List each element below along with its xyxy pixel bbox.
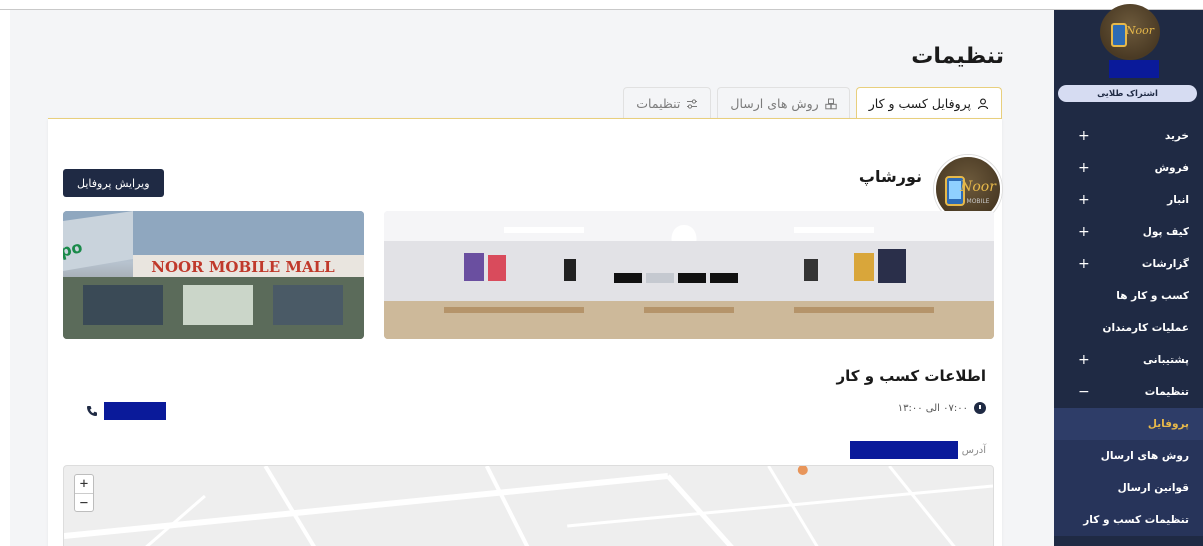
sidebar-subitem-shipping-methods[interactable]: روش های ارسال bbox=[1054, 440, 1203, 472]
sidebar-subitem-label: پروفایل bbox=[1147, 418, 1189, 430]
sidebar-item-purchase[interactable]: خرید + bbox=[1054, 120, 1203, 152]
zoom-out-button[interactable]: − bbox=[75, 493, 93, 511]
sidebar-subitem-business-settings[interactable]: تنظیمات کسب و کار bbox=[1054, 504, 1203, 536]
shop-name: نورشاپ bbox=[858, 167, 922, 186]
banner-image-store-front: oppo NOOR MOBILE MALL bbox=[63, 211, 364, 339]
window-top-border bbox=[0, 0, 1203, 10]
working-hours: ۰۷:۰۰ الی ۱۳:۰۰ bbox=[898, 402, 986, 414]
expand-plus-icon: + bbox=[1078, 352, 1090, 368]
address-label: آدرس bbox=[961, 444, 986, 456]
sidebar-subitem-shipping-rules[interactable]: قوانین ارسال bbox=[1054, 472, 1203, 504]
tab-settings[interactable]: تنظیمات bbox=[623, 87, 712, 119]
location-map[interactable]: + − bbox=[63, 465, 994, 546]
phone-icon bbox=[87, 406, 97, 416]
phone-number bbox=[86, 402, 166, 420]
shop-logo-icon: Noor bbox=[1111, 23, 1155, 47]
sidebar-logo[interactable]: Noor bbox=[1100, 4, 1160, 60]
sidebar-item-support[interactable]: پشتیبانی + bbox=[1054, 344, 1203, 376]
sidebar-item-employee-operations[interactable]: عملیات کارمندان bbox=[1054, 312, 1203, 344]
expand-plus-icon: + bbox=[1078, 256, 1090, 272]
tab-label: روش های ارسال bbox=[730, 96, 819, 111]
boxes-icon bbox=[825, 98, 837, 109]
sidebar-subitem-profile[interactable]: پروفایل bbox=[1054, 408, 1203, 440]
address: آدرس bbox=[849, 441, 986, 459]
map-zoom-control: + − bbox=[74, 474, 94, 512]
tab-label: تنظیمات bbox=[636, 96, 681, 111]
page-title: تنظیمات bbox=[911, 44, 1004, 69]
sidebar-item-label: کیف پول bbox=[1142, 226, 1189, 238]
clock-icon bbox=[974, 402, 986, 414]
user-icon bbox=[977, 98, 989, 109]
svg-text:Noor: Noor bbox=[1125, 24, 1155, 37]
edit-profile-button[interactable]: ویرایش پروفایل bbox=[63, 169, 164, 197]
redacted-phone bbox=[104, 402, 166, 420]
settings-tabs: پروفایل کسب و کار روش های ارسال تنظیمات bbox=[623, 87, 1002, 119]
sidebar-item-settings[interactable]: تنظیمات − bbox=[1054, 376, 1203, 408]
sidebar-item-warehouse[interactable]: انبار + bbox=[1054, 184, 1203, 216]
expand-plus-icon: + bbox=[1078, 192, 1090, 208]
expand-plus-icon: + bbox=[1078, 128, 1090, 144]
sidebar-item-label: پشتیبانی bbox=[1143, 354, 1189, 366]
main-content: تنظیمات پروفایل کسب و کار روش های ارسال … bbox=[10, 10, 1054, 546]
svg-text:MOBILE: MOBILE bbox=[967, 198, 990, 205]
business-info-title: اطلاعات کسب و کار bbox=[836, 367, 986, 385]
profile-card: Noor MOBILE نورشاپ ویرایش پروفایل oppo N… bbox=[48, 118, 1002, 546]
window-left-border bbox=[0, 10, 10, 546]
zoom-in-button[interactable]: + bbox=[75, 475, 93, 493]
sidebar-item-sales[interactable]: فروش + bbox=[1054, 152, 1203, 184]
redacted-user-name bbox=[1109, 60, 1159, 78]
sidebar: Noor اشتراک طلایی خرید + فروش + انبار + کیف… bbox=[1054, 4, 1203, 546]
svg-text:Noor: Noor bbox=[959, 179, 997, 195]
sidebar-subitem-label: تنظیمات کسب و کار bbox=[1083, 514, 1189, 526]
store-sign-text: NOOR MOBILE MALL bbox=[151, 258, 335, 276]
tab-shipping-methods[interactable]: روش های ارسال bbox=[717, 87, 850, 119]
banner-image-store-interior bbox=[384, 211, 994, 339]
sidebar-subitem-label: روش های ارسال bbox=[1100, 450, 1189, 462]
sidebar-item-label: فروش bbox=[1154, 162, 1189, 174]
expand-plus-icon: + bbox=[1078, 160, 1090, 176]
redacted-address bbox=[849, 441, 958, 459]
sidebar-item-reports[interactable]: گزارشات + bbox=[1054, 248, 1203, 280]
sidebar-item-label: تنظیمات bbox=[1144, 386, 1189, 398]
sidebar-item-label: گزارشات bbox=[1141, 258, 1189, 270]
sidebar-item-label: خرید bbox=[1164, 130, 1189, 142]
sidebar-item-businesses[interactable]: کسب و کار ها bbox=[1054, 280, 1203, 312]
sidebar-subitem-label: قوانین ارسال bbox=[1117, 482, 1189, 494]
sidebar-item-label: انبار bbox=[1167, 194, 1189, 206]
sidebar-item-label: عملیات کارمندان bbox=[1102, 322, 1189, 334]
sidebar-item-label: کسب و کار ها bbox=[1116, 290, 1189, 302]
settings-submenu: پروفایل روش های ارسال قوانین ارسال تنظیم… bbox=[1054, 408, 1203, 536]
subscription-badge: اشتراک طلایی bbox=[1058, 85, 1197, 102]
tab-label: پروفایل کسب و کار bbox=[868, 96, 971, 111]
sliders-icon bbox=[687, 98, 698, 109]
collapse-minus-icon: − bbox=[1078, 384, 1090, 400]
tab-business-profile[interactable]: پروفایل کسب و کار bbox=[855, 87, 1002, 119]
working-hours-text: ۰۷:۰۰ الی ۱۳:۰۰ bbox=[897, 402, 968, 414]
expand-plus-icon: + bbox=[1078, 224, 1090, 240]
sidebar-menu: خرید + فروش + انبار + کیف پول + گزارشات + کسب… bbox=[1054, 120, 1203, 536]
sidebar-item-wallet[interactable]: کیف پول + bbox=[1054, 216, 1203, 248]
